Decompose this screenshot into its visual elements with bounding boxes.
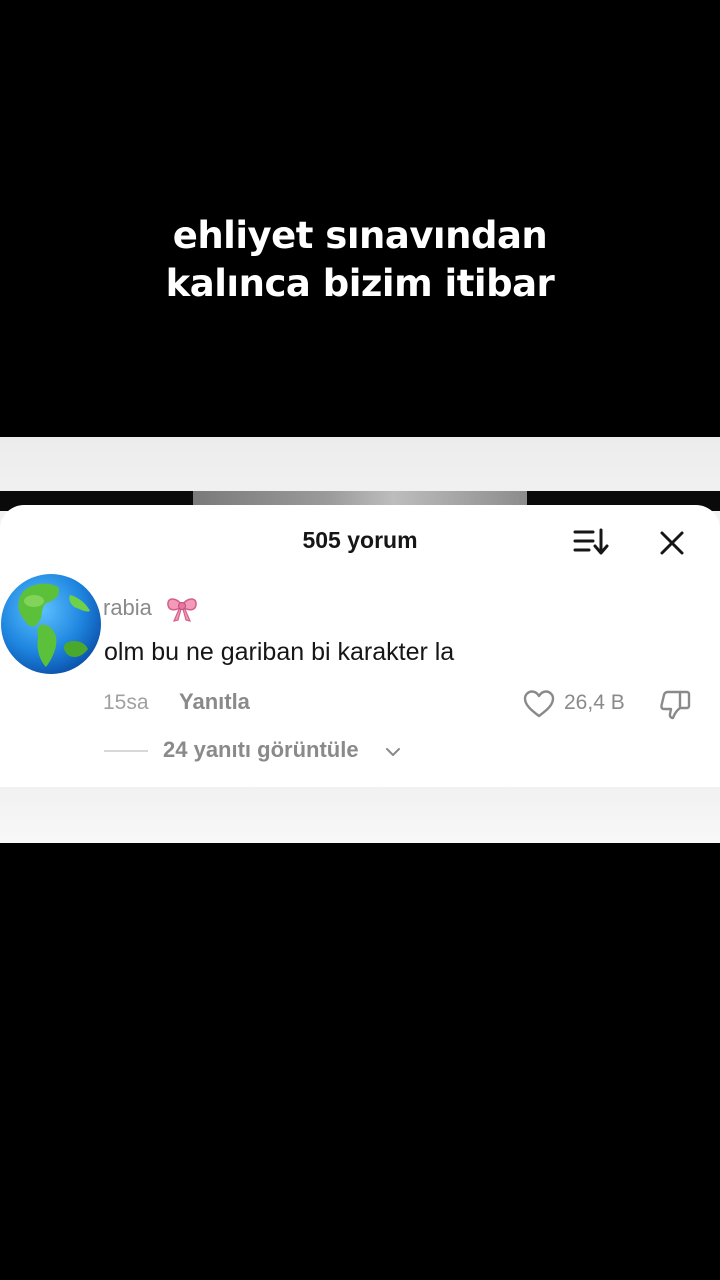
video-caption: ehliyet sınavından kalınca bizim itibar: [0, 212, 720, 308]
sort-icon[interactable]: [573, 527, 609, 557]
ribbon-bow-icon: [167, 598, 197, 622]
comments-sheet: 505 yorum rabia olm bu ne gariban bi kar…: [0, 505, 720, 795]
comment-username[interactable]: rabia: [103, 595, 152, 621]
chevron-down-icon[interactable]: [385, 746, 401, 758]
globe-avatar[interactable]: [0, 573, 102, 675]
comments-count-title: 505 yorum: [302, 527, 418, 553]
reply-button[interactable]: Yanıtla: [179, 689, 250, 715]
thumbs-down-icon[interactable]: [658, 687, 692, 721]
comment-text: olm bu ne gariban bi karakter la: [104, 638, 455, 666]
view-replies-button[interactable]: 24 yanıtı görüntüle: [163, 737, 359, 763]
like-count: 26,4 B: [564, 691, 625, 714]
comment-timestamp: 15sa: [103, 691, 149, 714]
comments-screenshot: 505 yorum rabia olm bu ne gariban bi kar…: [0, 437, 720, 843]
close-icon[interactable]: [658, 529, 686, 557]
caption-line-1: ehliyet sınavından: [172, 214, 548, 257]
replies-divider: [104, 750, 148, 752]
heart-icon[interactable]: [523, 689, 555, 719]
sheet-bottom-fade: [0, 787, 720, 843]
caption-line-2: kalınca bizim itibar: [165, 262, 555, 305]
